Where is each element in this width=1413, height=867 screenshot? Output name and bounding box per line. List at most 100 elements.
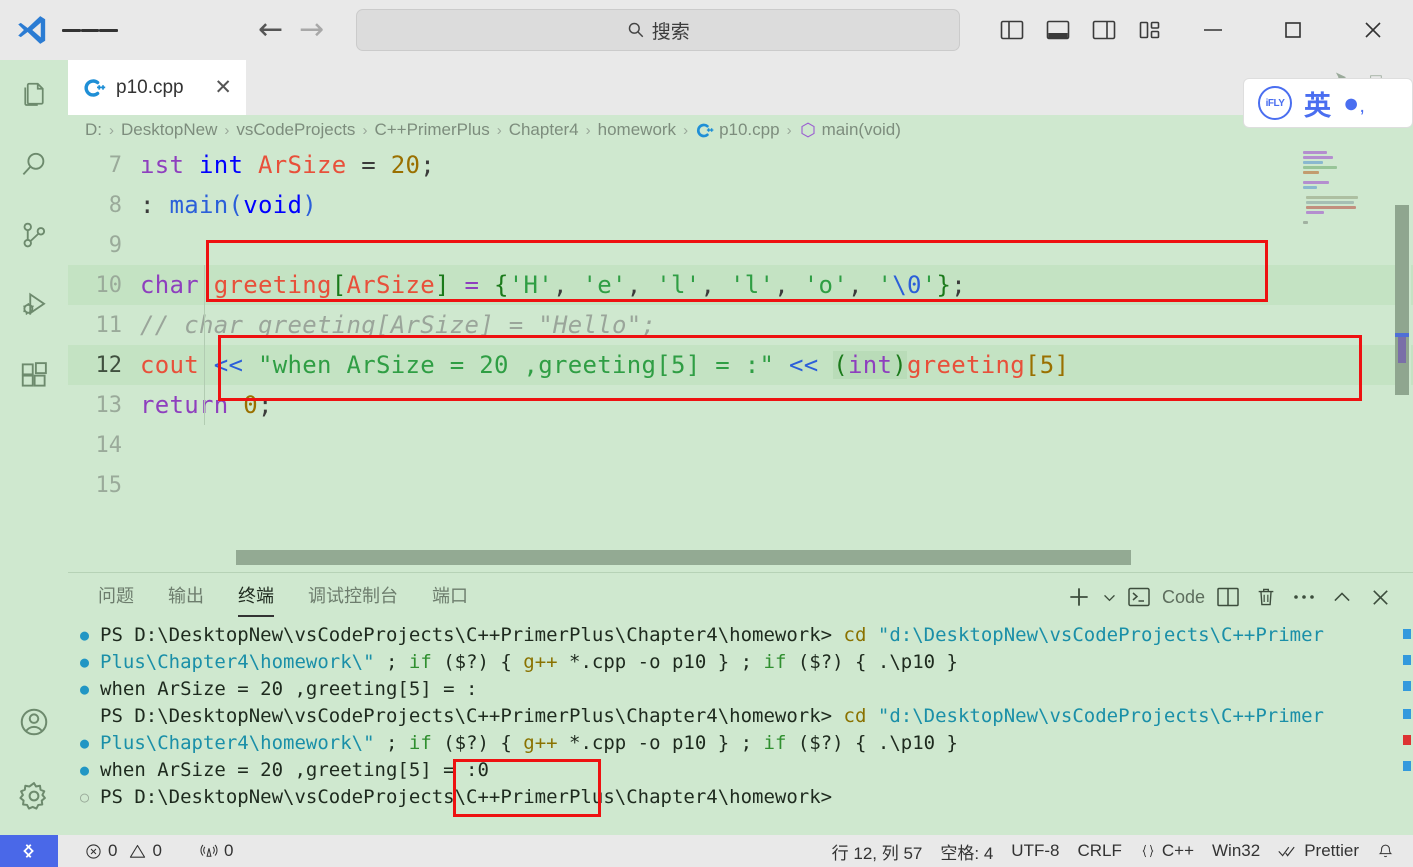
breadcrumb-item-3[interactable]: C++PrimerPlus [374,120,489,140]
minimap[interactable] [1301,145,1363,565]
line-number: 14 [95,432,123,458]
scrollbar-thumb[interactable] [1395,205,1409,395]
terminal-line: ● PS D:\DesktopNew\vsCodeProjects\C++Pri… [80,702,1413,729]
ifly-ime-widget[interactable]: iFLY 英 ●, [1243,78,1413,128]
breadcrumb-item-1[interactable]: DesktopNew [121,120,217,140]
toggle-secondary-sidebar-icon[interactable] [1081,0,1127,60]
editor-horizontal-scrollbar[interactable] [236,550,1131,565]
sidebar-item-manage[interactable] [0,757,68,835]
terminal-scroll-marker [1403,681,1411,691]
ime-mode-label[interactable]: 英 [1304,84,1331,123]
sidebar-item-search[interactable] [0,130,68,200]
tab-terminal[interactable]: 终端 [238,582,274,617]
command-status-bullet: ● [80,707,100,725]
status-encoding[interactable]: UTF-8 [1002,841,1068,861]
kill-terminal-button[interactable] [1247,573,1285,621]
cpp-file-icon [697,123,714,137]
terminal-scroll-marker-error [1403,735,1411,745]
code-line-11: 11 // char greeting[ArSize] = "Hello"; [68,305,1413,345]
status-formatter[interactable]: Prettier [1269,841,1368,861]
status-ports[interactable]: 0 [191,841,242,861]
status-indentation[interactable]: 空格: 4 [931,839,1002,864]
panel-actions: Code [1060,573,1399,621]
sidebar-item-extensions[interactable] [0,340,68,410]
command-status-bullet: ● [80,760,90,779]
breadcrumb-item-5[interactable]: homework [598,120,676,140]
command-status-bullet: ● [80,652,90,671]
terminal-text: PS D:\DesktopNew\vsCodeProjects\C++Prime… [100,785,833,808]
tab-close-icon[interactable]: ✕ [214,77,232,98]
sidebar-item-run-and-debug[interactable] [0,270,68,340]
maximize-icon[interactable] [1253,0,1333,60]
remote-window-button[interactable] [0,835,58,867]
voice-dot-icon[interactable]: ●, [1343,88,1365,119]
new-terminal-button[interactable] [1060,573,1098,621]
terminal-output[interactable]: ● PS D:\DesktopNew\vsCodeProjects\C++Pri… [68,621,1413,836]
breadcrumb-separator: › [786,121,792,139]
terminal-shell-label[interactable]: Code [1156,573,1209,621]
tab-output[interactable]: 输出 [168,582,204,612]
hamburger-menu-icon[interactable] [62,0,119,60]
status-language[interactable]: C++ [1131,841,1203,861]
forward-arrow-icon[interactable]: → [299,15,324,45]
panel-header: 问题 输出 终端 调试控制台 端口 Code [68,573,1413,621]
tab-ports[interactable]: 端口 [432,582,468,612]
new-terminal-dropdown-button[interactable] [1098,573,1122,621]
sidebar-item-source-control[interactable] [0,200,68,270]
breadcrumb: D: › DesktopNew › vsCodeProjects › C++Pr… [68,115,1413,145]
minimize-icon[interactable] [1173,0,1253,60]
terminal-shell-icon-button[interactable] [1122,573,1156,621]
tab-problems[interactable]: 问题 [98,582,134,612]
line-content: // char greeting[ArSize] = "Hello"; [140,311,657,339]
breadcrumb-item-7[interactable]: main(void) [799,120,901,140]
breadcrumb-filename: p10.cpp [719,120,780,139]
sidebar-item-explorer[interactable] [0,60,68,130]
line-content: cout << "when ArSize = 20 ,greeting[5] =… [140,351,1070,379]
breadcrumb-item-0[interactable]: D: [85,120,102,140]
breadcrumb-separator: › [585,121,591,139]
breadcrumb-item-2[interactable]: vsCodeProjects [236,120,355,140]
toggle-panel-icon[interactable] [1035,0,1081,60]
code-lines: 7 ıst int ArSize = 20; 8 : main(void) 9 … [68,145,1413,545]
status-bar: 0 0 0 行 12, 列 57 空格: 4 UTF-8 CRLF C++ Wi… [0,835,1413,867]
panel-more-actions-button[interactable] [1285,573,1323,621]
code-line-14: 14 [68,425,1413,465]
status-problems[interactable]: 0 0 [76,841,171,861]
status-platform[interactable]: Win32 [1203,841,1269,861]
sidebar-item-accounts[interactable] [0,687,68,757]
line-content: : main(void) [140,191,317,219]
maximize-panel-button[interactable] [1323,573,1361,621]
tab-p10-cpp[interactable]: p10.cpp ✕ [68,60,246,115]
search-input[interactable]: 搜索 [356,9,961,51]
status-cursor-position[interactable]: 行 12, 列 57 [823,839,932,864]
breadcrumb-item-4[interactable]: Chapter4 [509,120,579,140]
breadcrumb-separator: › [224,121,230,139]
navigation-arrows: ← → [258,15,324,45]
tab-debug-console[interactable]: 调试控制台 [308,582,398,612]
gear-icon [19,782,46,810]
vscode-window: ← → 搜索 p10.cpp ✕ D: › DesktopNew › vsCod… [0,0,1413,867]
close-icon [1372,589,1388,605]
command-status-bullet: ● [80,733,90,752]
code-line-13: 13 return 0; [68,385,1413,425]
status-eol[interactable]: CRLF [1068,841,1130,861]
terminal-scroll-marker [1403,761,1411,771]
terminal-line: ● PS D:\DesktopNew\vsCodeProjects\C++Pri… [80,623,1324,646]
code-editor[interactable]: 7 ıst int ArSize = 20; 8 : main(void) 9 … [68,145,1413,565]
editor-vertical-scrollbar[interactable] [1395,145,1411,565]
editor-tab-bar: p10.cpp ✕ [68,60,1413,115]
split-terminal-button[interactable] [1209,573,1247,621]
title-bar: ← → 搜索 [0,0,1413,60]
breadcrumb-separator: › [362,121,368,139]
status-notifications[interactable] [1368,843,1403,860]
command-status-bullet: ○ [80,787,90,806]
close-icon[interactable] [1333,0,1413,60]
remote-window-icon [23,844,34,858]
back-arrow-icon[interactable]: ← [258,15,283,45]
customize-layout-icon[interactable] [1127,0,1173,60]
warning-icon [130,844,146,858]
close-panel-button[interactable] [1361,573,1399,621]
toggle-primary-sidebar-icon[interactable] [989,0,1035,60]
terminal-text: Plus\Chapter4\homework\" [100,731,386,754]
breadcrumb-item-6[interactable]: p10.cpp [695,120,780,140]
